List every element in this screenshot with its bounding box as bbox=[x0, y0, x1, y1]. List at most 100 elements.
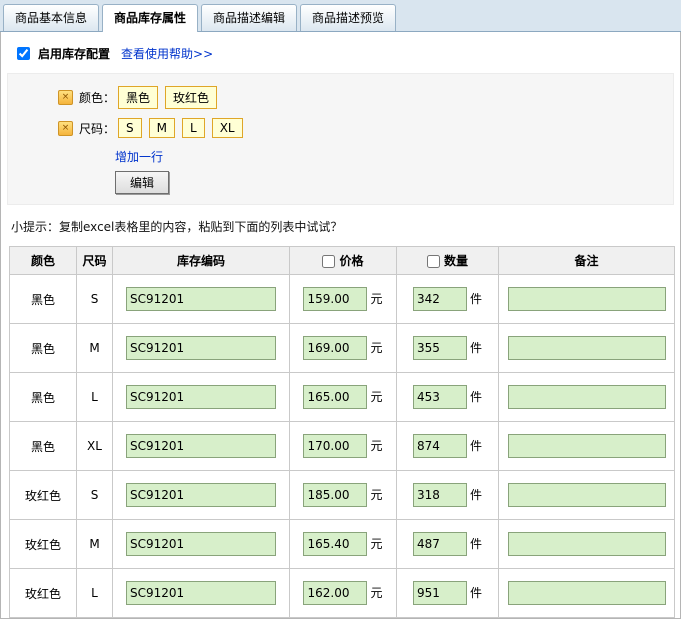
attribute-value-button[interactable]: 黑色 bbox=[118, 86, 158, 109]
header-color: 颜色 bbox=[10, 247, 77, 275]
cell-remark bbox=[499, 275, 675, 324]
cell-price: 元 bbox=[290, 275, 397, 324]
remove-attribute-icon[interactable]: × bbox=[58, 90, 73, 105]
header-price-label: 价格 bbox=[339, 254, 363, 268]
paste-tip-text: 小提示：复制excel表格里的内容，粘贴到下面的列表中试试？ bbox=[11, 218, 680, 235]
header-price: 价格 bbox=[290, 247, 397, 275]
cell-sku bbox=[113, 569, 290, 618]
quantity-column-checkbox[interactable] bbox=[427, 255, 440, 268]
cell-sku bbox=[113, 422, 290, 471]
cell-remark bbox=[499, 324, 675, 373]
sku-input[interactable] bbox=[126, 532, 276, 556]
price-unit: 元 bbox=[370, 341, 382, 355]
cell-size: M bbox=[77, 520, 113, 569]
price-input[interactable] bbox=[303, 336, 367, 360]
cell-sku bbox=[113, 471, 290, 520]
sku-input[interactable] bbox=[126, 336, 276, 360]
remark-input[interactable] bbox=[508, 385, 666, 409]
quantity-input[interactable] bbox=[413, 385, 467, 409]
tab-product-description-preview[interactable]: 商品描述预览 bbox=[300, 4, 396, 31]
quantity-input[interactable] bbox=[413, 581, 467, 605]
cell-price: 元 bbox=[290, 471, 397, 520]
tab-product-inventory-attributes[interactable]: 商品库存属性 bbox=[102, 4, 198, 32]
tab-product-basic-info[interactable]: 商品基本信息 bbox=[3, 4, 99, 31]
edit-button[interactable]: 编辑 bbox=[115, 171, 169, 194]
attribute-label-color: 颜色： bbox=[79, 89, 115, 106]
price-unit: 元 bbox=[370, 390, 382, 404]
table-row: 黑色 XL 元 件 bbox=[10, 422, 675, 471]
edit-button-row: 编辑 bbox=[58, 171, 673, 194]
remark-input[interactable] bbox=[508, 532, 666, 556]
cell-color: 黑色 bbox=[10, 275, 77, 324]
enable-inventory-checkbox[interactable] bbox=[17, 47, 30, 60]
cell-sku bbox=[113, 275, 290, 324]
price-input[interactable] bbox=[303, 581, 367, 605]
attribute-label-size: 尺码： bbox=[79, 120, 115, 137]
price-input[interactable] bbox=[303, 483, 367, 507]
quantity-unit: 件 bbox=[470, 439, 482, 453]
price-input[interactable] bbox=[303, 385, 367, 409]
attribute-value-button[interactable]: M bbox=[149, 118, 175, 138]
cell-color: 黑色 bbox=[10, 422, 77, 471]
sku-input[interactable] bbox=[126, 287, 276, 311]
table-header-row: 颜色 尺码 库存编码 价格 数量 备注 bbox=[10, 247, 675, 275]
cell-sku bbox=[113, 373, 290, 422]
header-remark: 备注 bbox=[499, 247, 675, 275]
cell-sku bbox=[113, 324, 290, 373]
cell-size: XL bbox=[77, 422, 113, 471]
sku-input[interactable] bbox=[126, 385, 276, 409]
cell-remark bbox=[499, 520, 675, 569]
header-sku: 库存编码 bbox=[113, 247, 290, 275]
quantity-unit: 件 bbox=[470, 292, 482, 306]
quantity-input[interactable] bbox=[413, 483, 467, 507]
price-input[interactable] bbox=[303, 434, 367, 458]
quantity-input[interactable] bbox=[413, 532, 467, 556]
cell-quantity: 件 bbox=[397, 324, 499, 373]
cell-color: 黑色 bbox=[10, 324, 77, 373]
price-unit: 元 bbox=[370, 537, 382, 551]
cell-price: 元 bbox=[290, 373, 397, 422]
sku-input[interactable] bbox=[126, 434, 276, 458]
remark-input[interactable] bbox=[508, 287, 666, 311]
attribute-value-button[interactable]: L bbox=[182, 118, 205, 138]
price-input[interactable] bbox=[303, 532, 367, 556]
attribute-row-size: × 尺码： S M L XL bbox=[58, 118, 673, 138]
cell-price: 元 bbox=[290, 520, 397, 569]
attribute-value-button[interactable]: S bbox=[118, 118, 142, 138]
cell-sku bbox=[113, 520, 290, 569]
quantity-unit: 件 bbox=[470, 586, 482, 600]
header-quantity: 数量 bbox=[397, 247, 499, 275]
attribute-config-panel: × 颜色： 黑色 玫红色 × 尺码： S M L XL 增加一行 编辑 bbox=[7, 73, 674, 205]
attribute-value-button[interactable]: 玫红色 bbox=[165, 86, 217, 109]
cell-remark bbox=[499, 471, 675, 520]
tab-content-panel: 启用库存配置 查看使用帮助>> × 颜色： 黑色 玫红色 × 尺码： S M L… bbox=[0, 32, 681, 619]
remark-input[interactable] bbox=[508, 581, 666, 605]
help-link[interactable]: 查看使用帮助>> bbox=[121, 45, 213, 62]
add-row-link[interactable]: 增加一行 bbox=[115, 148, 163, 165]
cell-quantity: 件 bbox=[397, 569, 499, 618]
cell-size: L bbox=[77, 569, 113, 618]
table-row: 玫红色 S 元 件 bbox=[10, 471, 675, 520]
sku-input[interactable] bbox=[126, 483, 276, 507]
sku-input[interactable] bbox=[126, 581, 276, 605]
remark-input[interactable] bbox=[508, 336, 666, 360]
cell-remark bbox=[499, 373, 675, 422]
quantity-input[interactable] bbox=[413, 434, 467, 458]
attribute-value-button[interactable]: XL bbox=[212, 118, 243, 138]
price-column-checkbox[interactable] bbox=[322, 255, 335, 268]
cell-color: 黑色 bbox=[10, 373, 77, 422]
cell-remark bbox=[499, 569, 675, 618]
price-input[interactable] bbox=[303, 287, 367, 311]
remark-input[interactable] bbox=[508, 434, 666, 458]
cell-quantity: 件 bbox=[397, 422, 499, 471]
remove-attribute-icon[interactable]: × bbox=[58, 121, 73, 136]
price-unit: 元 bbox=[370, 586, 382, 600]
quantity-unit: 件 bbox=[470, 488, 482, 502]
quantity-input[interactable] bbox=[413, 336, 467, 360]
remark-input[interactable] bbox=[508, 483, 666, 507]
sku-table: 颜色 尺码 库存编码 价格 数量 备注 黑色 S 元 件 bbox=[9, 246, 675, 618]
cell-price: 元 bbox=[290, 569, 397, 618]
tab-product-description-edit[interactable]: 商品描述编辑 bbox=[201, 4, 297, 31]
quantity-input[interactable] bbox=[413, 287, 467, 311]
cell-quantity: 件 bbox=[397, 373, 499, 422]
